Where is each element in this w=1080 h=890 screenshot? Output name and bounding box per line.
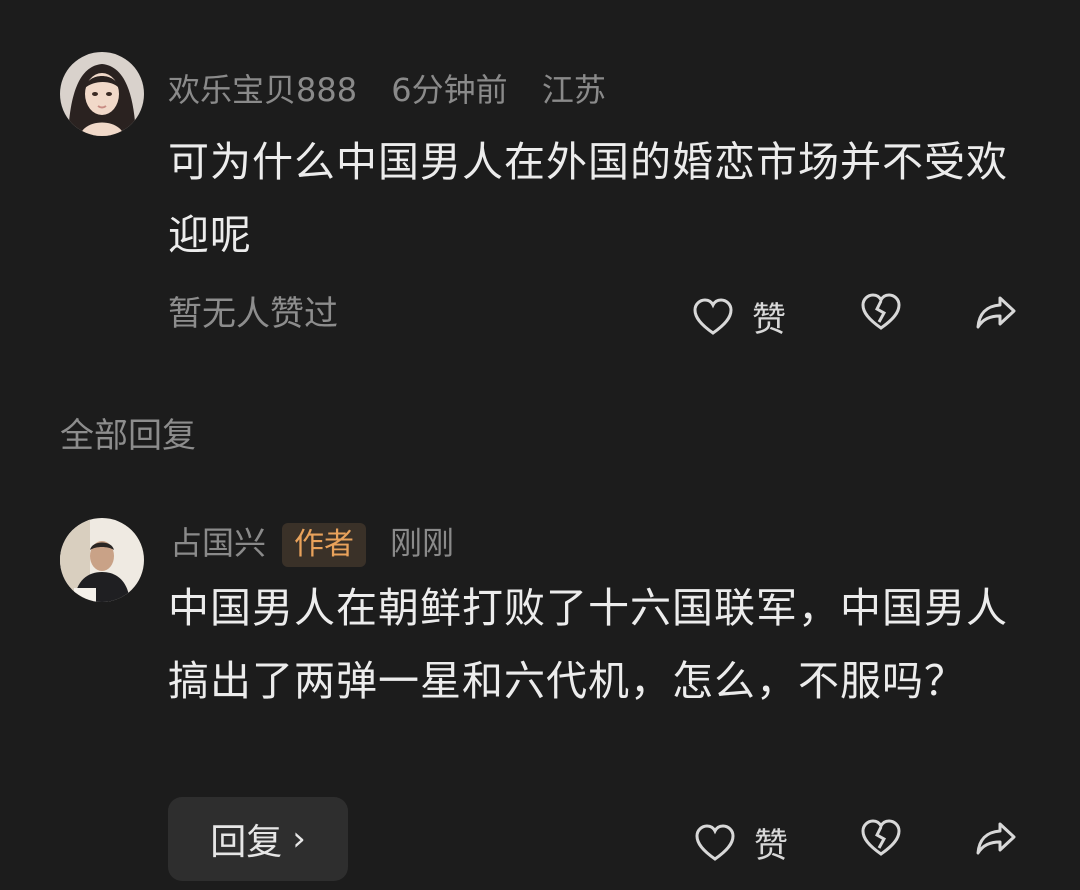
likes-status: 暂无人赞过 bbox=[168, 294, 338, 334]
commenter-avatar-image bbox=[60, 52, 144, 136]
heart-icon bbox=[693, 297, 733, 335]
share-icon bbox=[976, 822, 1016, 855]
reply-like-label: 赞 bbox=[754, 826, 788, 866]
replier-avatar-image bbox=[60, 518, 144, 602]
replier-username[interactable]: 占国兴 bbox=[170, 524, 266, 562]
comment-text: 可为什么中国男人在外国的婚恋市场并不受欢迎呢 bbox=[168, 138, 1008, 259]
share-icon bbox=[976, 296, 1016, 329]
comment-like-button[interactable]: 赞 bbox=[692, 292, 786, 341]
comment-share-button[interactable] bbox=[974, 292, 1018, 332]
reply-button-label: 回复 bbox=[210, 822, 283, 863]
comment-like-label: 赞 bbox=[752, 300, 786, 340]
broken-heart-icon bbox=[861, 819, 901, 856]
commenter-username[interactable]: 欢乐宝贝888 bbox=[168, 71, 357, 109]
chevron-right-icon: › bbox=[292, 819, 306, 859]
reply-button[interactable]: 回复 › bbox=[168, 797, 348, 881]
comment-dislike-button[interactable] bbox=[860, 292, 902, 332]
heart-icon bbox=[695, 823, 735, 861]
reply-dislike-button[interactable] bbox=[860, 818, 902, 858]
broken-heart-icon bbox=[861, 293, 901, 330]
comment-time: 6分钟前 bbox=[391, 71, 508, 109]
reply-text: 中国男人在朝鲜打败了十六国联军，中国男人搞出了两弹一星和六代机，怎么，不服吗？ bbox=[168, 584, 1008, 705]
reply-like-button[interactable]: 赞 bbox=[694, 818, 788, 867]
comment-meta: 欢乐宝贝888 6分钟前 江苏 bbox=[168, 70, 630, 110]
author-badge: 作者 bbox=[282, 523, 367, 567]
all-replies-label: 全部回复 bbox=[60, 416, 196, 456]
reply-time: 刚刚 bbox=[390, 524, 455, 562]
reply-meta: 占国兴 作者 刚刚 bbox=[170, 523, 478, 567]
avatar-commenter[interactable] bbox=[60, 52, 144, 136]
comment-location: 江苏 bbox=[541, 71, 606, 109]
avatar-replier[interactable] bbox=[60, 518, 144, 602]
reply-share-button[interactable] bbox=[974, 818, 1018, 858]
